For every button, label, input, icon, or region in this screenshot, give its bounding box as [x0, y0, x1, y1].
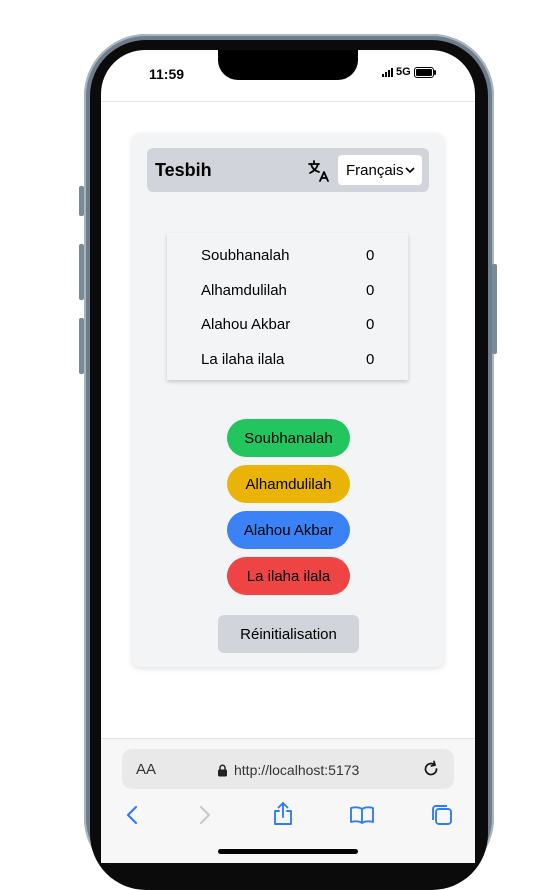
chevron-down-icon — [405, 167, 415, 174]
counter-value-alahou-akbar: 0 — [366, 316, 375, 333]
soubhanalah-button[interactable]: Soubhanalah — [227, 419, 350, 457]
reload-icon[interactable] — [421, 759, 441, 779]
counter-label-alahou-akbar: Alahou Akbar — [201, 316, 291, 333]
bookmarks-icon[interactable] — [349, 805, 375, 825]
alahou-akbar-button[interactable]: Alahou Akbar — [227, 511, 350, 549]
app-title: Tesbih — [155, 160, 212, 180]
lock-icon — [218, 764, 227, 777]
volume-down-button — [79, 318, 84, 374]
counter-label-la-ilaha-ilala: La ilaha ilala — [201, 351, 285, 368]
power-button — [492, 264, 497, 354]
share-icon[interactable] — [272, 801, 294, 827]
language-select-value: Français — [346, 161, 404, 179]
la-ilaha-ilala-button[interactable]: La ilaha ilala — [227, 557, 350, 595]
signal-icon — [382, 67, 393, 77]
network-label: 5G — [396, 66, 411, 78]
alhamdulilah-button[interactable]: Alhamdulilah — [227, 465, 350, 503]
text-size-button[interactable]: AA — [136, 761, 156, 778]
back-icon[interactable] — [125, 803, 139, 827]
battery-icon — [413, 66, 436, 78]
forward-icon[interactable] — [198, 803, 212, 827]
address-divider — [101, 101, 475, 102]
counter-value-la-ilaha-ilala: 0 — [366, 351, 375, 368]
counter-value-soubhanalah: 0 — [366, 247, 375, 264]
text-size-label: AA — [136, 761, 157, 778]
status-indicators: 5G — [382, 66, 436, 78]
url-text: http://localhost:5173 — [234, 762, 360, 778]
reset-button[interactable]: Réinitialisation — [218, 615, 359, 653]
counter-label-soubhanalah: Soubhanalah — [201, 247, 290, 264]
counter-label-alhamdulilah: Alhamdulilah — [201, 282, 287, 299]
counter-value-alhamdulilah: 0 — [366, 282, 375, 299]
status-time: 11:59 — [149, 66, 185, 82]
mute-switch — [79, 186, 84, 216]
dynamic-notch — [218, 50, 358, 80]
volume-up-button — [79, 244, 84, 300]
tabs-icon[interactable] — [430, 803, 454, 827]
language-select[interactable]: Français — [338, 155, 422, 185]
translate-icon[interactable] — [307, 159, 331, 183]
home-indicator — [218, 849, 358, 854]
